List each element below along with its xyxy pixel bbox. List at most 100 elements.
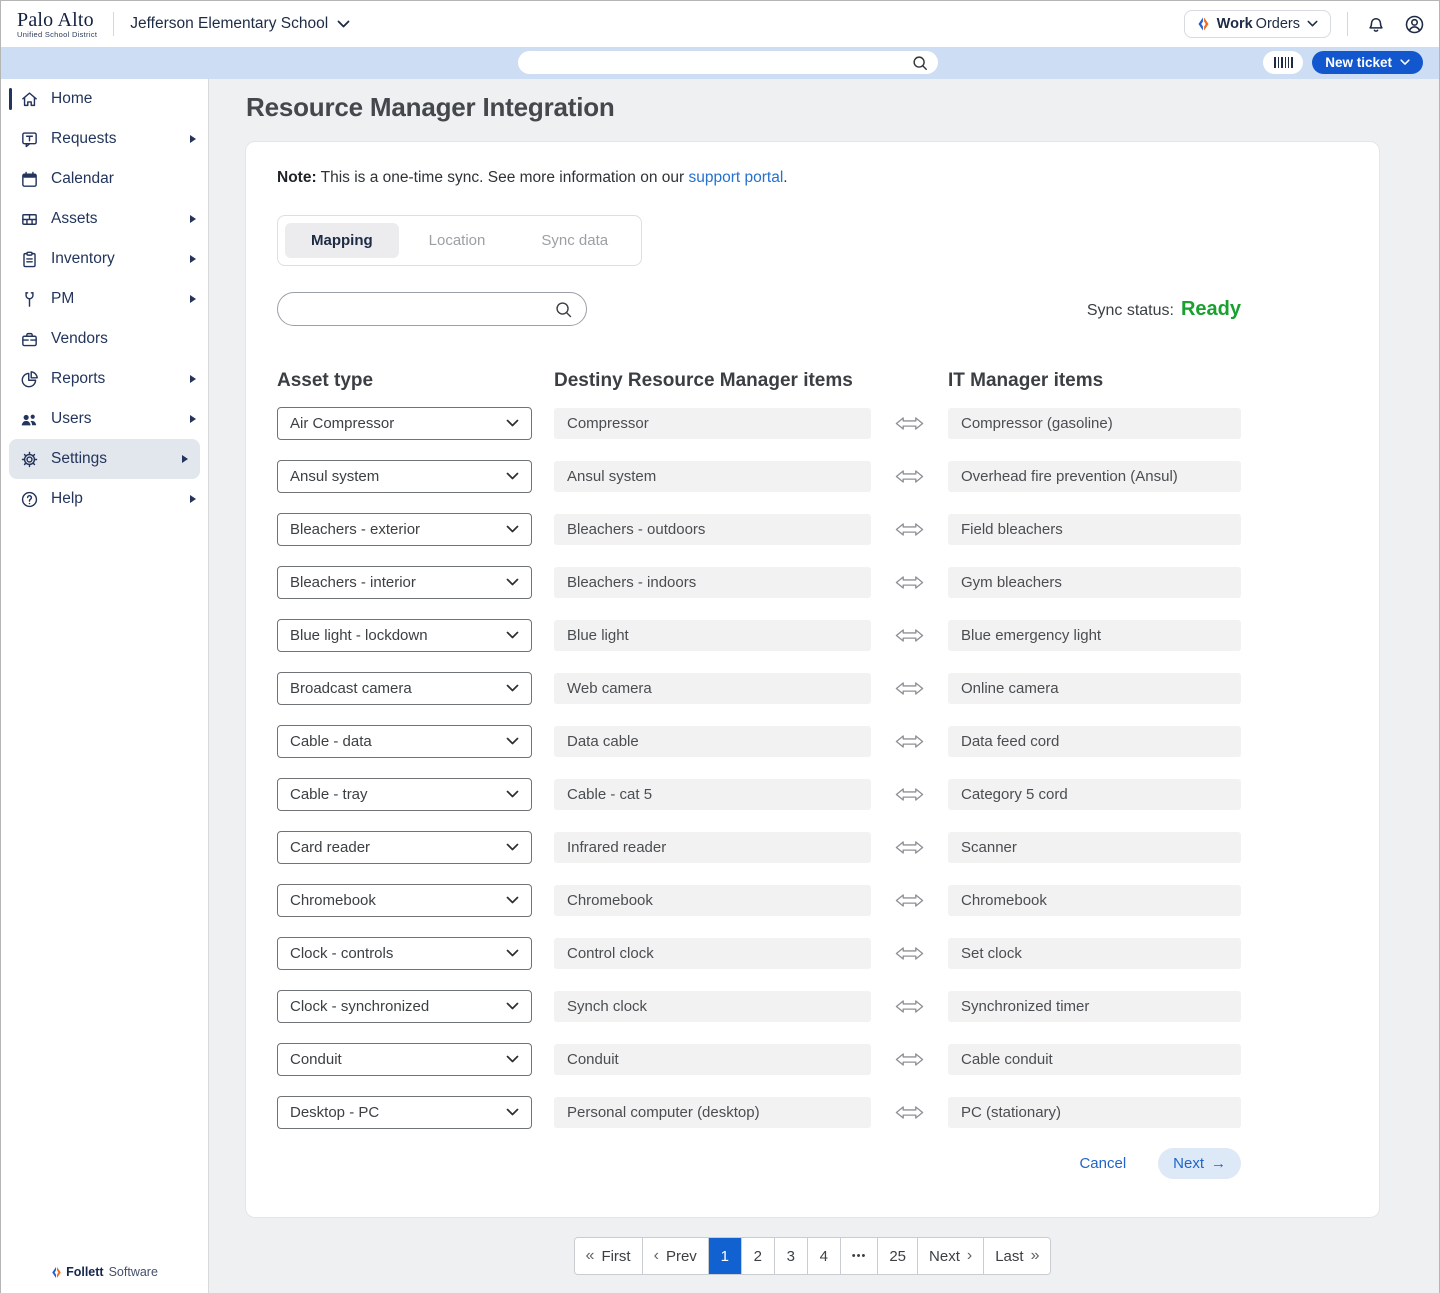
mapping-row: Broadcast camera Web camera Online camer…: [277, 672, 1241, 705]
sidebar-item-reports[interactable]: Reports: [1, 359, 208, 399]
mapping-search-input[interactable]: [278, 301, 555, 317]
destiny-item: Ansul system: [554, 461, 871, 492]
it-manager-item: Gym bleachers: [948, 567, 1241, 598]
asset-type-select[interactable]: Air Compressor: [277, 407, 532, 440]
barcode-icon: [1274, 57, 1293, 68]
global-search: [518, 51, 938, 74]
global-search-input[interactable]: [518, 55, 912, 70]
school-selector[interactable]: Jefferson Elementary School: [130, 15, 350, 33]
pagination-page-1[interactable]: 1: [709, 1238, 742, 1274]
mapping-row: Clock - synchronized Synch clock Synchro…: [277, 990, 1241, 1023]
destiny-item: Infrared reader: [554, 832, 871, 863]
secondary-toolbar: New ticket: [1, 47, 1439, 79]
tab-sync-data[interactable]: Sync data: [515, 223, 634, 258]
sidebar-item-inventory[interactable]: Inventory: [1, 239, 208, 279]
asset-type-select[interactable]: Cable - tray: [277, 778, 532, 811]
sidebar-item-label: Inventory: [51, 250, 190, 268]
it-manager-item: Online camera: [948, 673, 1241, 704]
sidebar-item-label: Help: [51, 490, 190, 508]
pagination-next[interactable]: Next›: [918, 1238, 984, 1274]
sidebar-item-home[interactable]: Home: [1, 79, 208, 119]
column-headers: Asset type Destiny Resource Manager item…: [277, 370, 1241, 392]
sidebar-item-requests[interactable]: Requests: [1, 119, 208, 159]
chevron-down-icon: [1307, 20, 1318, 28]
two-way-arrow-icon: [894, 945, 925, 962]
follett-logo-icon: [51, 1266, 62, 1279]
pie-chart-icon: [19, 370, 39, 389]
it-manager-item: Synchronized timer: [948, 991, 1241, 1022]
mapping-row: Bleachers - interior Bleachers - indoors…: [277, 566, 1241, 599]
asset-type-select[interactable]: Clock - controls: [277, 937, 532, 970]
mapping-rows: Air Compressor Compressor Compressor (ga…: [277, 407, 1349, 1129]
sidebar-item-label: Assets: [51, 210, 190, 228]
asset-type-select[interactable]: Blue light - lockdown: [277, 619, 532, 652]
sidebar-item-settings[interactable]: Settings: [9, 439, 200, 479]
pagination-page-4[interactable]: 4: [808, 1238, 841, 1274]
asset-type-select[interactable]: Cable - data: [277, 725, 532, 758]
arrow-right-icon: →: [1211, 1155, 1226, 1172]
mapping-row: Ansul system Ansul system Overhead fire …: [277, 460, 1241, 493]
pagination-page-25[interactable]: 25: [878, 1238, 918, 1274]
sidebar-item-assets[interactable]: Assets: [1, 199, 208, 239]
work-orders-label: Orders: [1256, 16, 1300, 32]
sidebar-item-pm[interactable]: PM: [1, 279, 208, 319]
pagination-page-2[interactable]: 2: [742, 1238, 775, 1274]
two-way-arrow-icon: [894, 627, 925, 644]
account-button[interactable]: [1404, 14, 1425, 35]
inventory-icon: [19, 250, 39, 269]
help-icon: [19, 490, 39, 509]
asset-type-select[interactable]: Conduit: [277, 1043, 532, 1076]
chevron-down-icon: [506, 578, 519, 587]
asset-type-select[interactable]: Card reader: [277, 831, 532, 864]
destiny-item: Compressor: [554, 408, 871, 439]
pagination-prev[interactable]: ‹Prev: [643, 1238, 709, 1274]
tab-mapping[interactable]: Mapping: [285, 223, 399, 258]
work-orders-button[interactable]: WorkOrders: [1184, 10, 1331, 38]
asset-type-select[interactable]: Desktop - PC: [277, 1096, 532, 1129]
pagination-last[interactable]: Last»: [984, 1238, 1050, 1274]
destiny-item: Bleachers - outdoors: [554, 514, 871, 545]
note-text: Note: This is a one-time sync. See more …: [277, 169, 1349, 187]
destiny-item: Control clock: [554, 938, 871, 969]
support-portal-link[interactable]: support portal: [689, 169, 784, 186]
pagination: «First ‹Prev 1 2 3 4 ••• 25 Next› Last»: [574, 1237, 1052, 1275]
work-orders-logo-icon: [1197, 16, 1210, 32]
cancel-button[interactable]: Cancel: [1073, 1154, 1132, 1173]
notifications-button[interactable]: [1366, 14, 1386, 34]
barcode-scan-button[interactable]: [1263, 51, 1303, 74]
asset-type-select[interactable]: Bleachers - exterior: [277, 513, 532, 546]
asset-type-select[interactable]: Clock - synchronized: [277, 990, 532, 1023]
mapping-row: Cable - data Data cable Data feed cord: [277, 725, 1241, 758]
pagination-page-3[interactable]: 3: [775, 1238, 808, 1274]
follett-software-logo: FollettSoftware: [1, 1265, 208, 1279]
it-manager-item: Set clock: [948, 938, 1241, 969]
two-way-arrow-icon: [894, 415, 925, 432]
sync-status-label: Sync status:: [1087, 302, 1174, 320]
asset-type-select[interactable]: Chromebook: [277, 884, 532, 917]
mapping-row: Blue light - lockdown Blue light Blue em…: [277, 619, 1241, 652]
asset-type-select[interactable]: Bleachers - interior: [277, 566, 532, 599]
chevron-right-icon: [190, 255, 196, 263]
sidebar-item-label: Requests: [51, 130, 190, 148]
destiny-item: Personal computer (desktop): [554, 1097, 871, 1128]
chevron-right-icon: [190, 415, 196, 423]
sync-status: Sync status: Ready: [1087, 298, 1241, 321]
pagination-first[interactable]: «First: [575, 1238, 643, 1274]
mapping-row: Cable - tray Cable - cat 5 Category 5 co…: [277, 778, 1241, 811]
it-manager-item: Field bleachers: [948, 514, 1241, 545]
sidebar-item-help[interactable]: Help: [1, 479, 208, 519]
sidebar-item-users[interactable]: Users: [1, 399, 208, 439]
chevron-down-icon: [506, 843, 519, 852]
sidebar-item-calendar[interactable]: Calendar: [1, 159, 208, 199]
account-icon: [1404, 14, 1425, 35]
asset-type-select[interactable]: Broadcast camera: [277, 672, 532, 705]
chevron-down-icon: [506, 525, 519, 534]
asset-type-select[interactable]: Ansul system: [277, 460, 532, 493]
sidebar-item-label: PM: [51, 290, 190, 308]
new-ticket-button[interactable]: New ticket: [1312, 51, 1423, 74]
mapping-row: Bleachers - exterior Bleachers - outdoor…: [277, 513, 1241, 546]
next-button[interactable]: Next →: [1158, 1148, 1241, 1179]
sidebar-item-vendors[interactable]: Vendors: [1, 319, 208, 359]
mapping-row: Desktop - PC Personal computer (desktop)…: [277, 1096, 1241, 1129]
tab-location[interactable]: Location: [403, 223, 512, 258]
